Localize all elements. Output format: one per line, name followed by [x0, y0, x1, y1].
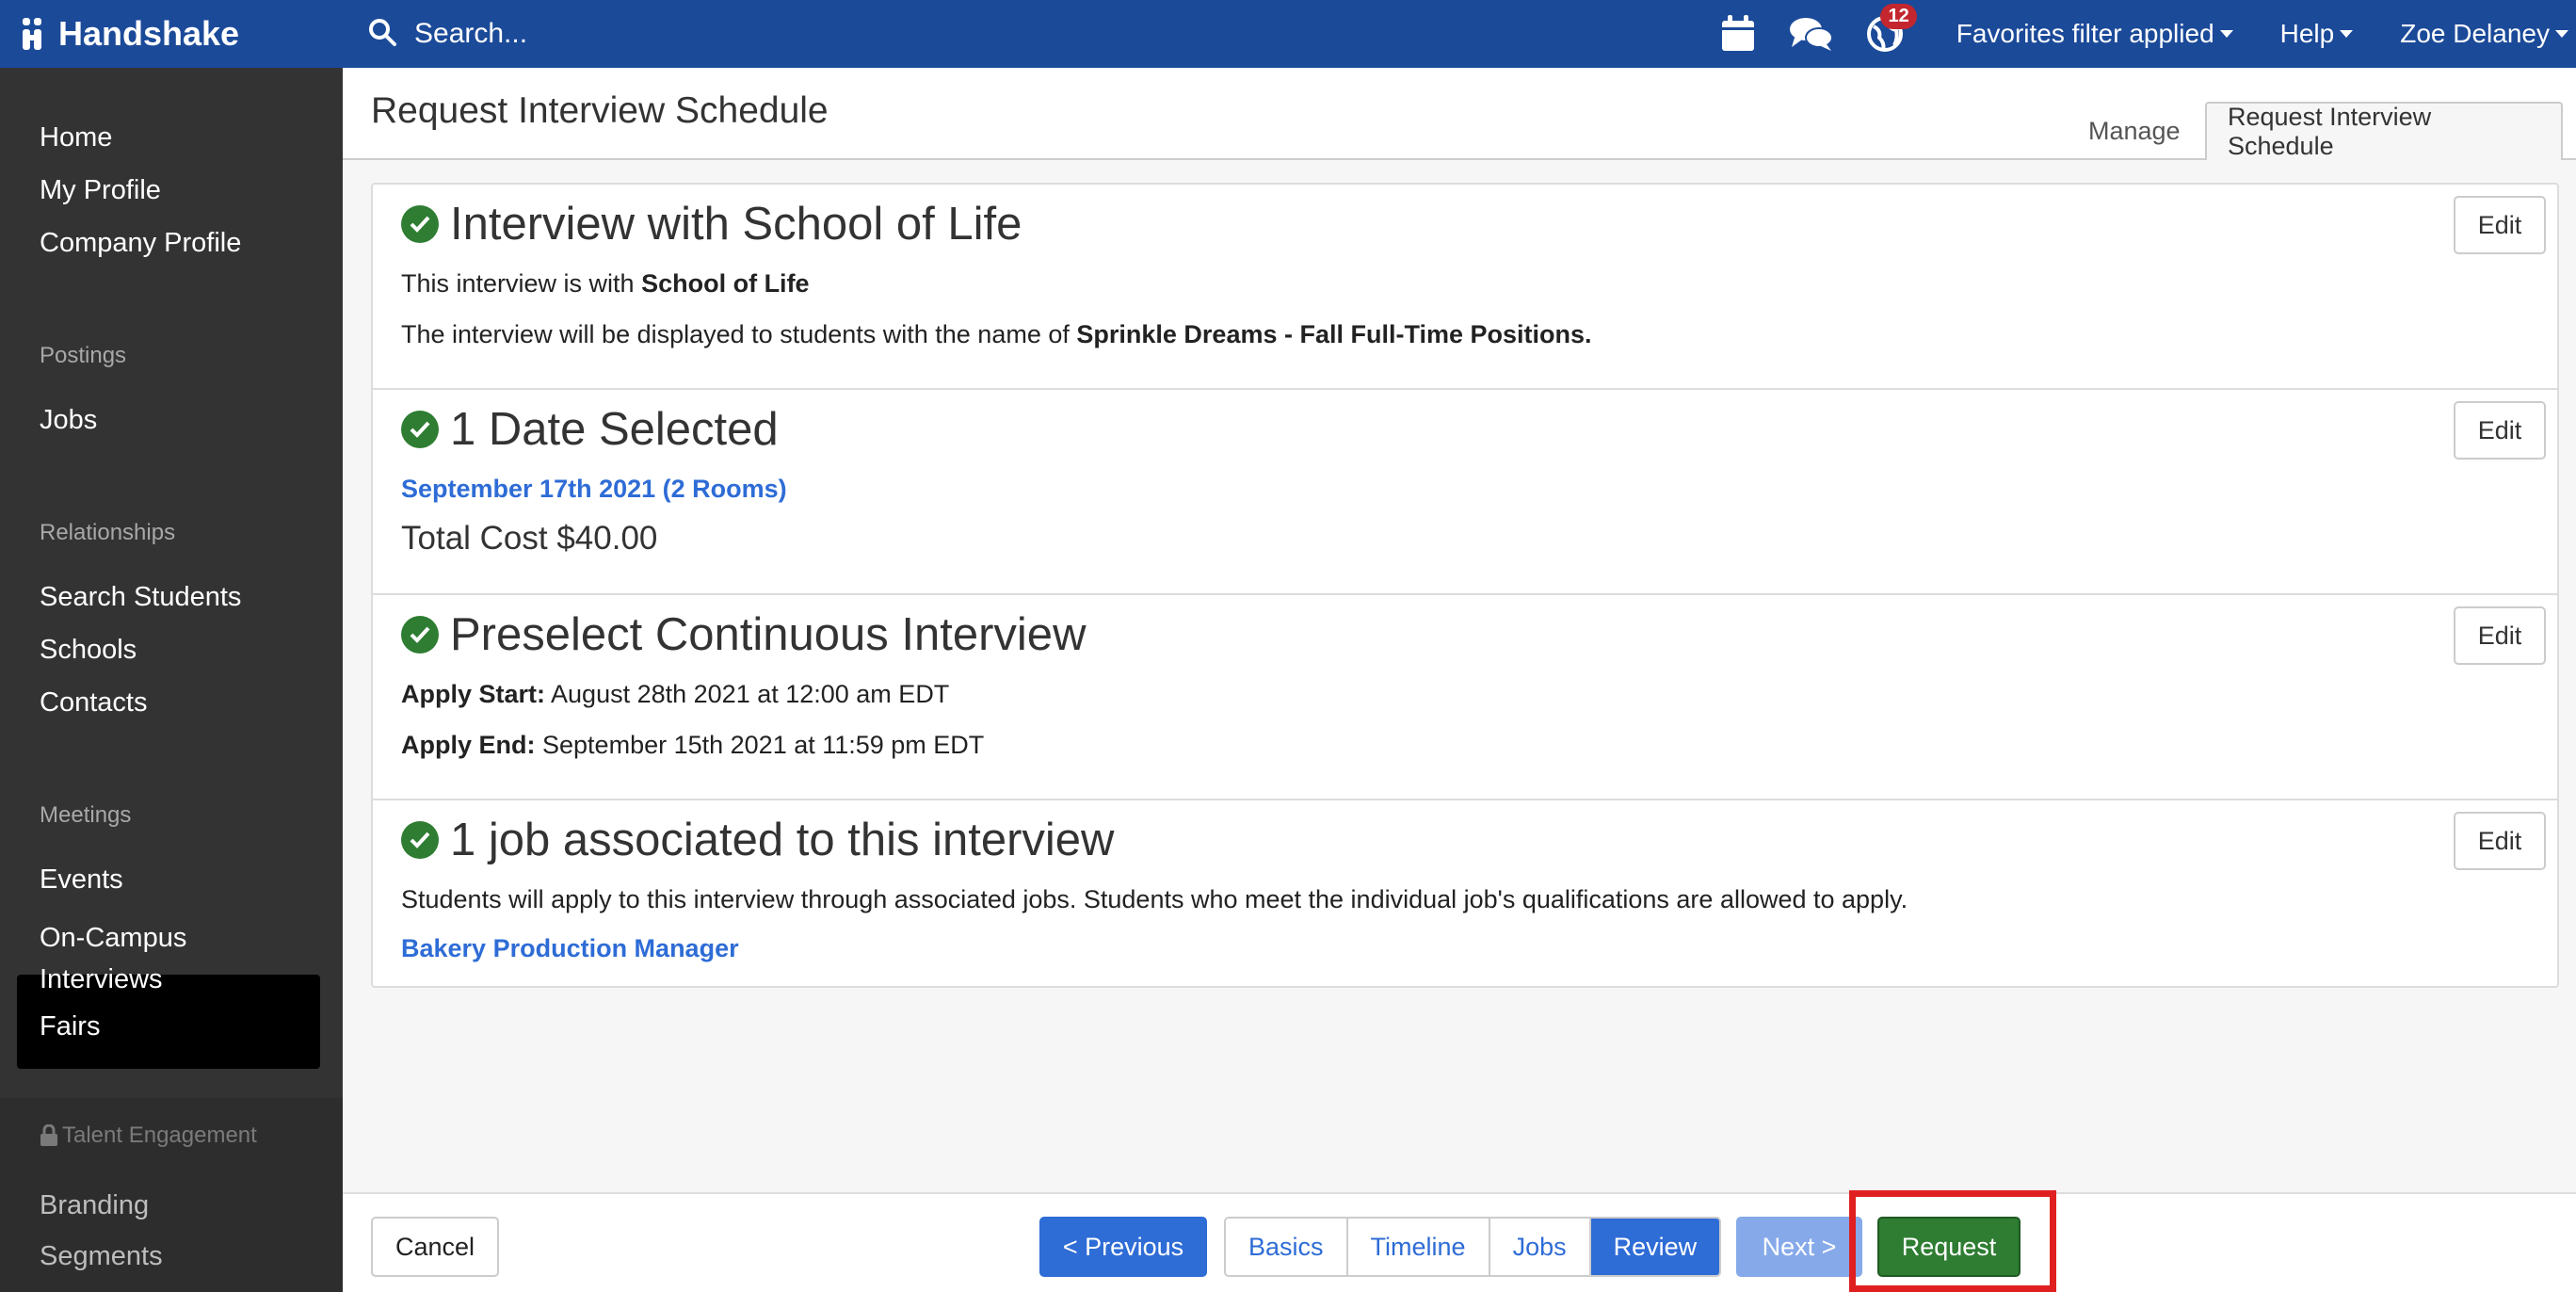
sidebar-item-my-profile[interactable]: My Profile	[40, 175, 161, 206]
employer-name: School of Life	[641, 269, 810, 298]
check-circle-icon	[401, 821, 439, 859]
sidebar-item-segments[interactable]: Segments	[40, 1241, 163, 1272]
step-jobs[interactable]: Jobs	[1489, 1219, 1591, 1275]
section-title: Preselect Continuous Interview	[401, 608, 1086, 661]
total-cost: Total Cost $40.00	[401, 520, 658, 557]
interview-employer-line: This interview is with School of Life	[401, 269, 810, 298]
cancel-button[interactable]: Cancel	[371, 1217, 499, 1277]
chevron-down-icon	[2555, 30, 2568, 38]
section-jobs: 1 job associated to this interview Edit …	[373, 800, 2557, 990]
sidebar-heading-talent-engagement: Talent Engagement	[40, 1122, 257, 1149]
sidebar-talent-engagement: Talent Engagement Branding Segments	[0, 1098, 343, 1292]
step-timeline[interactable]: Timeline	[1347, 1219, 1490, 1275]
talent-engagement-label: Talent Engagement	[62, 1122, 257, 1148]
step-basics[interactable]: Basics	[1226, 1219, 1348, 1275]
sidebar-item-schools[interactable]: Schools	[40, 635, 137, 666]
search-icon[interactable]	[367, 17, 397, 52]
page-header: Request Interview Schedule Manage Reques…	[343, 68, 2576, 160]
handshake-logo-icon	[23, 18, 51, 50]
notifications-globe-icon[interactable]: 12	[1859, 4, 1917, 60]
calendar-icon[interactable]	[1712, 8, 1764, 60]
sidebar-item-home[interactable]: Home	[40, 122, 112, 153]
section-title: 1 job associated to this interview	[401, 814, 1114, 866]
section-title: 1 Date Selected	[401, 403, 779, 456]
handshake-logo[interactable]: Handshake	[23, 11, 239, 57]
apply-end-value: September 15th 2021 at 11:59 pm EDT	[542, 731, 985, 759]
apply-end-line: Apply End: September 15th 2021 at 11:59 …	[401, 731, 985, 759]
review-card: Interview with School of Life Edit This …	[371, 183, 2559, 988]
jobs-description: Students will apply to this interview th…	[401, 885, 1908, 913]
sidebar-item-on-campus-interviews[interactable]: On-Campus Interviews	[40, 917, 266, 1000]
sidebar-item-jobs[interactable]: Jobs	[40, 405, 97, 436]
user-name: Zoe Delaney	[2400, 19, 2550, 48]
edit-dates-button[interactable]: Edit	[2454, 401, 2546, 460]
edit-interview-button[interactable]: Edit	[2454, 196, 2546, 254]
request-button-highlight	[1849, 1190, 2056, 1292]
interview-display-name: Sprinkle Dreams - Fall Full-Time Positio…	[1076, 320, 1592, 348]
preselect-title: Preselect Continuous Interview	[450, 609, 1087, 660]
sidebar-item-branding[interactable]: Branding	[40, 1190, 149, 1221]
tab-manage[interactable]: Manage	[2068, 102, 2201, 160]
section-title: Interview with School of Life	[401, 198, 1022, 250]
top-right-controls: 12 Favorites filter applied Help Zoe Del…	[1712, 0, 2576, 68]
chevron-down-icon	[2340, 30, 2354, 38]
top-navigation-bar: Handshake 12 Favorites filter applied He…	[0, 0, 2576, 68]
previous-button[interactable]: < Previous	[1039, 1217, 1207, 1277]
wizard-footer: Cancel < Previous Basics Timeline Jobs R…	[343, 1192, 2576, 1292]
global-search	[367, 9, 979, 58]
apply-start-value: August 28th 2021 at 12:00 am EDT	[551, 680, 950, 708]
tab-request-interview-schedule[interactable]: Request Interview Schedule	[2205, 102, 2563, 160]
app-name: Handshake	[58, 14, 240, 53]
help-menu[interactable]: Help	[2280, 19, 2354, 49]
messages-icon[interactable]	[1785, 8, 1838, 60]
search-input[interactable]	[414, 18, 979, 50]
wizard-steps: Basics Timeline Jobs Review	[1224, 1217, 1722, 1277]
section-interview: Interview with School of Life Edit This …	[373, 185, 2557, 390]
dates-title: 1 Date Selected	[450, 404, 779, 455]
selected-date-link[interactable]: September 17th 2021 (2 Rooms)	[401, 475, 787, 504]
user-menu[interactable]: Zoe Delaney	[2400, 19, 2568, 49]
sidebar-heading-meetings: Meetings	[40, 802, 132, 828]
check-circle-icon	[401, 616, 439, 654]
job-link[interactable]: Bakery Production Manager	[401, 934, 739, 963]
favorites-filter-menu[interactable]: Favorites filter applied	[1956, 19, 2233, 49]
interview-display-name-line: The interview will be displayed to stude…	[401, 320, 1592, 348]
check-circle-icon	[401, 411, 439, 448]
sidebar-item-company-profile[interactable]: Company Profile	[40, 228, 241, 259]
step-review[interactable]: Review	[1590, 1219, 1720, 1275]
chevron-down-icon	[2219, 30, 2233, 38]
notification-count-badge: 12	[1880, 4, 1917, 29]
check-circle-icon	[401, 205, 439, 243]
next-button[interactable]: Next >	[1736, 1217, 1862, 1277]
sidebar-heading-relationships: Relationships	[40, 520, 176, 545]
section-dates: 1 Date Selected Edit September 17th 2021…	[373, 390, 2557, 595]
interview-title: Interview with School of Life	[450, 199, 1022, 250]
help-label: Help	[2279, 19, 2335, 48]
jobs-title: 1 job associated to this interview	[450, 815, 1115, 865]
edit-preselect-button[interactable]: Edit	[2454, 606, 2546, 665]
edit-jobs-button[interactable]: Edit	[2454, 812, 2546, 870]
section-preselect: Preselect Continuous Interview Edit Appl…	[373, 595, 2557, 800]
sidebar-item-search-students[interactable]: Search Students	[40, 582, 241, 613]
lock-icon	[40, 1124, 57, 1146]
apply-start-line: Apply Start: August 28th 2021 at 12:00 a…	[401, 680, 950, 708]
favorites-filter-label: Favorites filter applied	[1956, 19, 2214, 48]
sidebar-item-fairs[interactable]: Fairs	[40, 1011, 100, 1042]
sidebar-item-contacts[interactable]: Contacts	[40, 687, 147, 719]
sidebar-heading-postings: Postings	[40, 343, 127, 368]
page-title: Request Interview Schedule	[371, 90, 829, 131]
sidebar-item-events[interactable]: Events	[40, 864, 123, 896]
